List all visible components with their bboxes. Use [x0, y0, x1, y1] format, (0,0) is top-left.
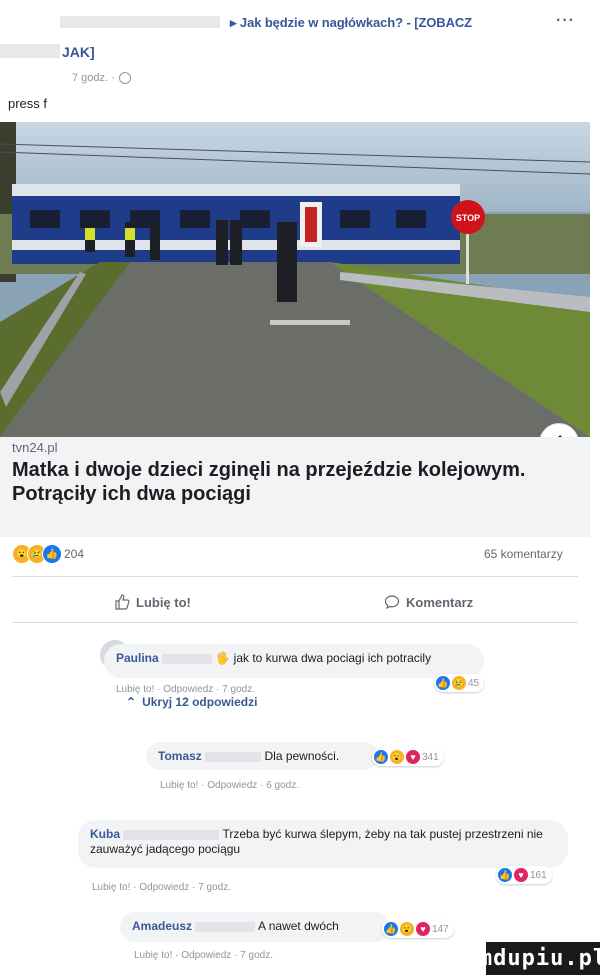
redacted-surname	[123, 829, 220, 840]
comment-reactions[interactable]: 👍 😮 ♥ 147	[382, 920, 454, 938]
post-text: press f	[8, 96, 48, 111]
link-title[interactable]: Matka i dwoje dzieci zginęli na przejeźd…	[12, 458, 532, 506]
actions-divider	[12, 622, 578, 623]
more-options-button[interactable]: ···	[556, 12, 575, 30]
redacted-surname	[162, 653, 213, 664]
comment-author[interactable]: Kuba	[90, 827, 120, 841]
like-button[interactable]: Lubię to!	[114, 594, 191, 610]
railway-crossing-photo: STOP	[0, 122, 590, 437]
comment-meta[interactable]: Lubię to! · Odpowiedz · 6 godz.	[160, 780, 299, 791]
comment-text: Dla pewności.	[264, 749, 340, 763]
watermark-text: mdupiu.pl	[478, 946, 600, 971]
comment-text: A nawet dwóch	[258, 919, 339, 933]
globe-icon	[118, 72, 131, 84]
hide-replies-toggle[interactable]: ⌃ Ukryj 12 odpowiedzi	[126, 695, 257, 709]
redacted-surname	[205, 751, 262, 762]
wow-reaction-icon: 😮	[390, 750, 404, 764]
site-watermark: mdupiu.pl	[479, 942, 600, 975]
chevron-up-icon: ⌃	[126, 695, 137, 709]
post-title-link-continued[interactable]: JAK]	[62, 44, 95, 60]
sad-reaction-icon: 😢	[452, 676, 466, 690]
comment-meta[interactable]: Lubię to! · Odpowiedz · 7 godz.	[92, 882, 231, 893]
comment-reactions[interactable]: 👍 😢 45	[434, 674, 485, 692]
comment-bubble: Tomasz Dla pewności.	[146, 742, 378, 770]
comment-meta[interactable]: Lubię to! · Odpowiedz · 7 godz.	[134, 950, 273, 961]
comment-button-label: Komentarz	[406, 594, 474, 610]
comment-bubble: Kuba Trzeba być kurwa ślepym, żeby na ta…	[78, 820, 568, 868]
redacted-surname	[195, 921, 256, 932]
timestamp-text: 7 godz. ·	[72, 72, 115, 84]
redacted-name	[60, 16, 220, 28]
comment-text: 🖐 jak to kurwa dwa pociagi ich potracily	[215, 651, 432, 665]
comment-button[interactable]: Komentarz	[384, 594, 473, 610]
comment-bubble: Paulina 🖐 jak to kurwa dwa pociagi ich p…	[104, 644, 484, 678]
comment-meta[interactable]: Lubię to! · Odpowiedz · 7 godz.	[116, 684, 255, 695]
like-reaction-icon: 👍	[374, 750, 388, 764]
hide-replies-label: Ukryj 12 odpowiedzi	[142, 695, 258, 709]
love-reaction-icon: ♥	[406, 750, 420, 764]
comment-reactions-count: 147	[432, 923, 449, 935]
like-reaction-icon: 👍	[436, 676, 450, 690]
redacted-avatar	[0, 44, 60, 58]
reactions-count[interactable]: 204	[64, 547, 84, 561]
comment-reactions[interactable]: 👍 😮 ♥ 341	[372, 748, 444, 766]
like-reaction-icon[interactable]: 👍	[42, 544, 62, 564]
comment-reactions[interactable]: 👍 ♥ 161	[496, 866, 552, 884]
comments-count[interactable]: 65 komentarzy	[484, 547, 563, 561]
comment-author[interactable]: Tomasz	[158, 749, 202, 763]
comment-author[interactable]: Amadeusz	[132, 919, 192, 933]
like-reaction-icon: 👍	[498, 868, 512, 882]
post-title-link[interactable]: ▸ Jak będzie w nagłówkach? - [ZOBACZ	[230, 15, 472, 31]
svg-text:STOP: STOP	[456, 213, 480, 223]
comment-bubble: Amadeusz A nawet dwóch	[120, 912, 390, 942]
comment-reactions-count: 341	[422, 751, 439, 763]
like-reaction-icon: 👍	[384, 922, 398, 936]
like-button-label: Lubię to!	[136, 594, 191, 610]
post-timestamp[interactable]: 7 godz. ·	[72, 72, 131, 84]
comment-author[interactable]: Paulina	[116, 651, 159, 665]
comment-reactions-count: 161	[530, 869, 547, 881]
thumbs-up-icon	[115, 594, 130, 610]
reactions-divider	[12, 576, 578, 577]
comment-reactions-count: 45	[468, 677, 480, 689]
link-domain: tvn24.pl	[12, 440, 58, 455]
comment-bubble-icon	[384, 595, 400, 610]
love-reaction-icon: ♥	[416, 922, 430, 936]
love-reaction-icon: ♥	[514, 868, 528, 882]
wow-reaction-icon: 😮	[400, 922, 414, 936]
link-preview-image[interactable]: STOP	[0, 122, 590, 437]
